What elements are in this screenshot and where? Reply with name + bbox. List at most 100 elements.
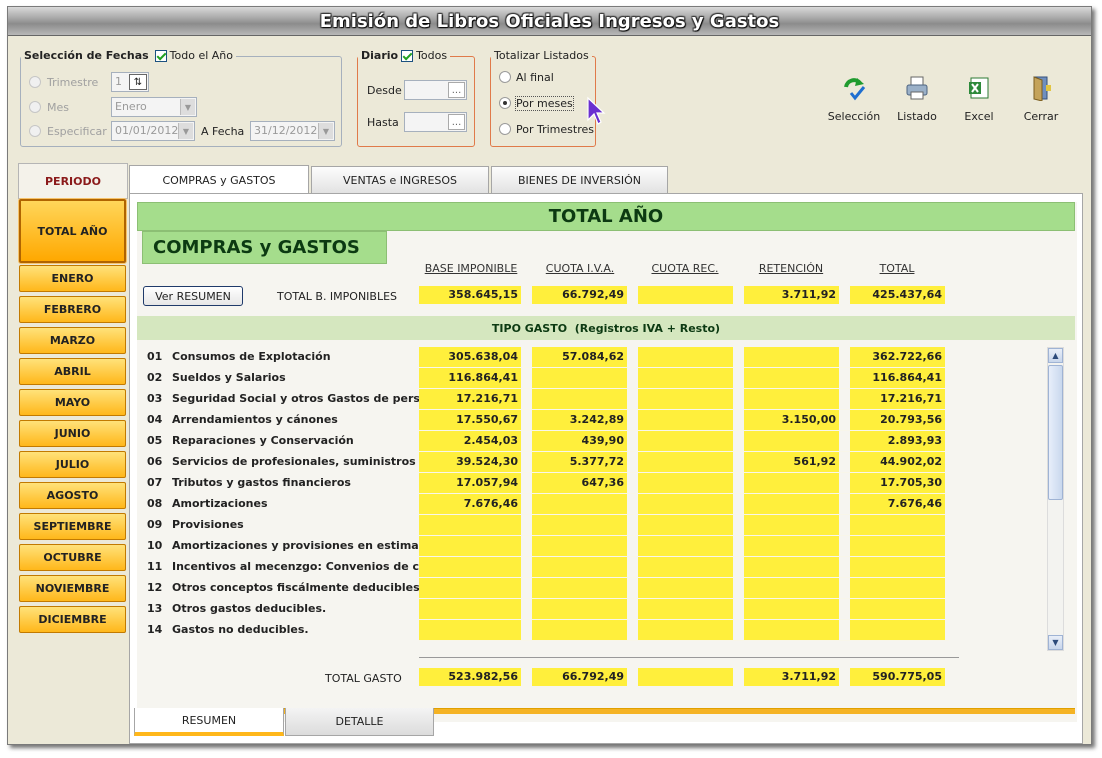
row-value-cell xyxy=(744,432,839,450)
mes-select[interactable]: Enero ▼ xyxy=(111,97,197,117)
por-trimestres-radio[interactable] xyxy=(499,123,511,135)
trimestre-value: 1 xyxy=(115,75,122,88)
col-base-imponible: BASE IMPONIBLE xyxy=(424,262,518,275)
row-value-cell xyxy=(419,621,521,639)
scroll-down-icon[interactable]: ▼ xyxy=(1048,635,1063,650)
row-value-cell: 2.893,93 xyxy=(887,434,942,447)
total-bi-cell: 66.792,49 xyxy=(532,286,627,304)
total-gasto-label: TOTAL GASTO xyxy=(325,672,402,685)
row-number: 01 xyxy=(147,350,163,363)
row-text: Gastos no deducibles. xyxy=(172,623,309,636)
ellipsis-icon[interactable]: ... xyxy=(448,114,465,130)
excel-button[interactable]: Excel xyxy=(949,75,1009,123)
periodo-item-month-5[interactable]: MAYO xyxy=(19,389,126,416)
row-number: 04 xyxy=(147,413,163,426)
scroll-up-icon[interactable]: ▲ xyxy=(1048,348,1063,363)
diario-desde-field[interactable]: ... xyxy=(404,80,467,100)
row-text: Amortizaciones y provisiones en estimaci… xyxy=(172,539,419,552)
cerrar-button[interactable]: Cerrar xyxy=(1011,75,1071,123)
total-bi-cell: 425.437,64 xyxy=(850,286,945,304)
row-text: Consumos de Explotación xyxy=(172,350,331,363)
trimestre-radio[interactable] xyxy=(29,76,41,88)
seleccion-button[interactable]: Selección xyxy=(824,75,884,123)
row-value-cell: 39.524,30 xyxy=(456,455,518,468)
row-label: 12 Otros conceptos fiscálmente deducibles… xyxy=(147,581,419,594)
diario-title: Diario xyxy=(361,49,399,62)
row-value-cell xyxy=(850,516,945,534)
row-value-cell: 7.676,46 xyxy=(887,497,942,510)
todos-checkbox[interactable] xyxy=(401,49,414,62)
row-divider xyxy=(419,388,949,389)
chevron-down-icon[interactable]: ▼ xyxy=(178,123,193,139)
row-value-cell xyxy=(638,474,733,492)
diario-legend: Diario Todos xyxy=(358,49,451,62)
tab-compras-gastos[interactable]: COMPRAS y GASTOS xyxy=(129,165,309,195)
row-value-cell: 2.454,03 xyxy=(463,434,518,447)
row-divider xyxy=(419,514,949,515)
row-value-cell: 305.638,04 xyxy=(448,350,518,363)
ver-resumen-button[interactable]: Ver RESUMEN xyxy=(143,286,243,306)
row-value-cell xyxy=(850,558,945,576)
periodo-item-month-4[interactable]: ABRIL xyxy=(19,358,126,385)
row-label: 07 Tributos y gastos financieros xyxy=(147,476,419,489)
row-value-cell xyxy=(638,516,733,534)
tab-panel: TOTAL AÑO COMPRAS y GASTOS BASE IMPONIBL… xyxy=(129,193,1083,744)
col-cuota-iva: CUOTA I.V.A. xyxy=(545,262,615,275)
periodo-item-month-2[interactable]: FEBRERO xyxy=(19,296,126,323)
periodo-item-month-8[interactable]: AGOSTO xyxy=(19,482,126,509)
periodo-item-month-3[interactable]: MARZO xyxy=(19,327,126,354)
por-meses-radio[interactable] xyxy=(499,97,511,109)
tab-bienes-inversion[interactable]: BIENES DE INVERSIÓN xyxy=(491,166,668,193)
diario-hasta-field[interactable]: ... xyxy=(404,112,467,132)
row-number: 07 xyxy=(147,476,163,489)
tab-resumen[interactable]: RESUMEN xyxy=(134,708,284,736)
periodo-item-month-7[interactable]: JULIO xyxy=(19,451,126,478)
row-value-cell xyxy=(744,369,839,387)
row-label: 10 Amortizaciones y provisiones en estima… xyxy=(147,539,419,552)
row-text: Seguridad Social y otros Gastos de perso… xyxy=(172,392,419,405)
trimestre-field[interactable]: 1 ⇅ xyxy=(111,72,149,92)
row-value-cell xyxy=(532,600,627,618)
chevron-down-icon[interactable]: ▼ xyxy=(318,123,333,139)
row-number: 03 xyxy=(147,392,163,405)
todo-el-ano-checkbox[interactable] xyxy=(154,49,167,62)
periodo-item-month-1[interactable]: ENERO xyxy=(19,265,126,292)
al-final-radio[interactable] xyxy=(499,71,511,83)
row-text: Amortizaciones xyxy=(172,497,268,510)
tab-detalle[interactable]: DETALLE xyxy=(285,708,434,736)
periodo-item-total-ano[interactable]: TOTAL AÑO xyxy=(19,199,126,263)
periodo-item-month-11[interactable]: NOVIEMBRE xyxy=(19,575,126,602)
ellipsis-icon[interactable]: ... xyxy=(448,82,465,98)
fecha-hasta-field[interactable]: 31/12/2012 ▼ xyxy=(250,121,335,141)
totalizar-group: Totalizar Listados Al final Por meses Po… xyxy=(490,49,596,147)
row-label: 03 Seguridad Social y otros Gastos de per… xyxy=(147,392,419,405)
vertical-scrollbar[interactable]: ▲ ▼ xyxy=(1047,347,1064,651)
row-label: 08 Amortizaciones xyxy=(147,497,419,510)
total-gasto-cell: 590.775,05 xyxy=(850,668,945,686)
chevron-down-icon[interactable]: ▼ xyxy=(180,99,195,115)
periodo-item-month-10[interactable]: OCTUBRE xyxy=(19,544,126,571)
tipo-gasto-header: TIPO GASTO (Registros IVA + Resto) xyxy=(491,321,721,335)
tab-ventas-ingresos[interactable]: VENTAS e INGRESOS xyxy=(311,166,489,193)
periodo-item-month-6[interactable]: JUNIO xyxy=(19,420,126,447)
row-value-cell xyxy=(532,516,627,534)
scroll-thumb[interactable] xyxy=(1048,365,1063,500)
row-number: 14 xyxy=(147,623,163,636)
especificar-radio[interactable] xyxy=(29,125,41,137)
row-divider xyxy=(419,640,949,641)
periodo-item-month-12[interactable]: DICIEMBRE xyxy=(19,606,126,633)
listado-button[interactable]: Listado xyxy=(887,75,947,123)
row-text: Otros conceptos fiscálmente deducibles: … xyxy=(172,581,419,594)
row-divider xyxy=(419,598,949,599)
periodo-item-month-9[interactable]: SEPTIEMBRE xyxy=(19,513,126,540)
mes-value: Enero xyxy=(115,100,147,113)
row-value-cell xyxy=(419,558,521,576)
row-value-cell xyxy=(419,516,521,534)
mes-radio[interactable] xyxy=(29,101,41,113)
spinner-icon[interactable]: ⇅ xyxy=(129,74,147,90)
al-final-label: Al final xyxy=(516,71,554,84)
separator-line xyxy=(419,657,959,658)
row-label: 01 Consumos de Explotación xyxy=(147,350,419,363)
row-value-cell: 5.377,72 xyxy=(569,455,624,468)
fecha-desde-field[interactable]: 01/01/2012 ▼ xyxy=(111,121,195,141)
